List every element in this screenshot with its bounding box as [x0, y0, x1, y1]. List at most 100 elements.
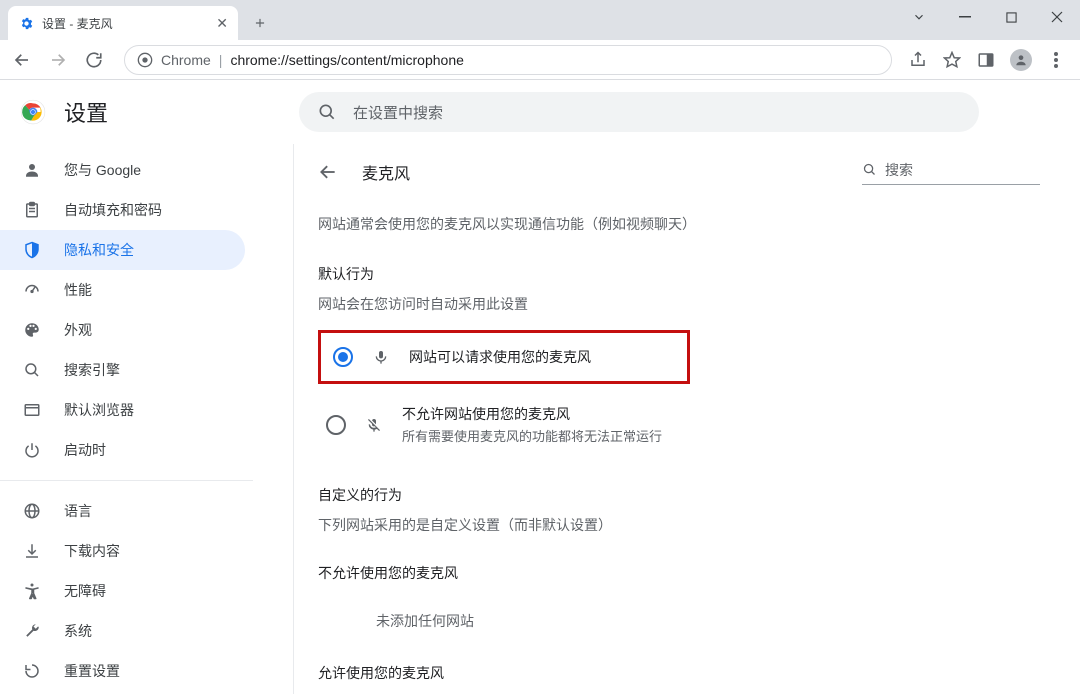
palette-icon: [22, 321, 42, 339]
sidebar-item-reset[interactable]: 重置设置: [0, 651, 245, 691]
side-panel-icon[interactable]: [976, 50, 996, 70]
browser-toolbar: Chrome | chrome://settings/content/micro…: [0, 40, 1080, 80]
sidebar-item-autofill[interactable]: 自动填充和密码: [0, 190, 245, 230]
speedometer-icon: [22, 281, 42, 299]
main-content: 麦克风 搜索 网站通常会使用您的麦克风以实现通信功能（例如视频聊天） 默认行为 …: [293, 144, 1080, 694]
sidebar-item-privacy[interactable]: 隐私和安全: [0, 230, 245, 270]
settings-search-input[interactable]: 在设置中搜索: [299, 92, 979, 132]
clipboard-icon: [22, 201, 42, 219]
gear-icon: [18, 15, 34, 31]
address-separator: |: [219, 52, 223, 68]
accessibility-icon: [22, 582, 42, 600]
allow-section-title: 允许使用您的麦克风: [318, 663, 1040, 683]
settings-app: 设置 您与 Google 自动填充和密码 隐私和安全 性能 外观: [0, 80, 1080, 694]
content-title: 麦克风: [362, 160, 410, 184]
content-back-button[interactable]: [318, 162, 338, 182]
toolbar-actions: [908, 49, 1072, 71]
app-title: 设置: [64, 96, 108, 128]
block-section-title: 不允许使用您的麦克风: [318, 563, 1040, 583]
window-maximize-button[interactable]: [988, 0, 1034, 34]
kebab-menu-icon[interactable]: [1046, 50, 1066, 70]
reload-button[interactable]: [80, 46, 108, 74]
sidebar: 您与 Google 自动填充和密码 隐私和安全 性能 外观 搜索引擎: [0, 144, 293, 691]
default-section-title: 默认行为: [318, 264, 1040, 284]
browser-window-icon: [22, 401, 42, 419]
tab-title: 设置 - 麦克风: [42, 15, 208, 32]
radio-option-allow[interactable]: 网站可以请求使用您的麦克风: [325, 335, 683, 379]
browser-tab[interactable]: 设置 - 麦克风 ✕: [8, 6, 238, 40]
sidebar-label: 隐私和安全: [64, 240, 134, 260]
sidebar-label: 启动时: [64, 440, 106, 460]
left-column: 设置 您与 Google 自动填充和密码 隐私和安全 性能 外观: [0, 80, 293, 694]
sidebar-item-system[interactable]: 系统: [0, 611, 245, 651]
window-close-button[interactable]: [1034, 0, 1080, 34]
app-header: 设置: [0, 80, 293, 144]
sidebar-label: 系统: [64, 621, 92, 641]
sidebar-label: 下载内容: [64, 541, 120, 561]
download-icon: [22, 542, 42, 560]
settings-search-placeholder: 在设置中搜索: [353, 102, 443, 123]
radio-label: 不允许网站使用您的麦克风: [402, 404, 662, 424]
address-origin-label: Chrome: [161, 52, 211, 68]
block-list-empty: 未添加任何网站: [318, 593, 1040, 649]
sidebar-label: 性能: [64, 280, 92, 300]
sidebar-label: 无障碍: [64, 581, 106, 601]
wrench-icon: [22, 622, 42, 640]
sidebar-label: 默认浏览器: [64, 400, 134, 420]
sidebar-item-startup[interactable]: 启动时: [0, 430, 245, 470]
address-bar[interactable]: Chrome | chrome://settings/content/micro…: [124, 45, 892, 75]
sidebar-item-appearance[interactable]: 外观: [0, 310, 245, 350]
window-caret-icon[interactable]: [896, 0, 942, 34]
sidebar-label: 自动填充和密码: [64, 200, 162, 220]
back-button[interactable]: [8, 46, 36, 74]
power-icon: [22, 441, 42, 459]
microphone-icon: [371, 349, 391, 365]
sidebar-label: 外观: [64, 320, 92, 340]
search-icon: [22, 361, 42, 379]
window-controls: [896, 0, 1080, 34]
share-icon[interactable]: [908, 50, 928, 70]
profile-avatar[interactable]: [1010, 49, 1032, 71]
sidebar-item-default-browser[interactable]: 默认浏览器: [0, 390, 245, 430]
chrome-logo-icon: [20, 99, 46, 125]
radio-button-checked[interactable]: [333, 347, 353, 367]
radio-option-block[interactable]: 不允许网站使用您的麦克风 所有需要使用麦克风的功能都将无法正常运行: [318, 392, 1040, 457]
sidebar-item-downloads[interactable]: 下载内容: [0, 531, 245, 571]
default-section-subtitle: 网站会在您访问时自动采用此设置: [318, 294, 1040, 314]
bookmark-star-icon[interactable]: [942, 50, 962, 70]
sidebar-item-search-engine[interactable]: 搜索引擎: [0, 350, 245, 390]
person-icon: [22, 161, 42, 179]
search-icon: [317, 102, 337, 122]
sidebar-label: 语言: [64, 501, 92, 521]
sidebar-item-you-and-google[interactable]: 您与 Google: [0, 150, 245, 190]
sidebar-label: 搜索引擎: [64, 360, 120, 380]
sidebar-label: 重置设置: [64, 661, 120, 681]
shield-icon: [22, 241, 42, 259]
content-description: 网站通常会使用您的麦克风以实现通信功能（例如视频聊天）: [318, 214, 1040, 234]
content-header: 麦克风 搜索: [318, 144, 1040, 200]
microphone-off-icon: [364, 417, 384, 433]
sidebar-label: 您与 Google: [64, 160, 141, 180]
sidebar-item-accessibility[interactable]: 无障碍: [0, 571, 245, 611]
new-tab-button[interactable]: [246, 9, 274, 37]
sidebar-item-performance[interactable]: 性能: [0, 270, 245, 310]
content-search-placeholder: 搜索: [885, 160, 913, 180]
window-minimize-button[interactable]: [942, 0, 988, 34]
forward-button: [44, 46, 72, 74]
chrome-lock-icon: [137, 52, 153, 68]
custom-section-title: 自定义的行为: [318, 485, 1040, 505]
search-icon: [862, 162, 877, 177]
custom-section-subtitle: 下列网站采用的是自定义设置（而非默认设置）: [318, 515, 1040, 535]
radio-sublabel: 所有需要使用麦克风的功能都将无法正常运行: [402, 426, 662, 445]
browser-titlebar: 设置 - 麦克风 ✕: [0, 0, 1080, 40]
radio-label: 网站可以请求使用您的麦克风: [409, 347, 591, 367]
content-search-input[interactable]: 搜索: [862, 160, 1040, 185]
highlighted-option: 网站可以请求使用您的麦克风: [318, 330, 690, 384]
sidebar-item-languages[interactable]: 语言: [0, 491, 245, 531]
close-tab-icon[interactable]: ✕: [216, 15, 228, 32]
globe-icon: [22, 502, 42, 520]
radio-button-unchecked[interactable]: [326, 415, 346, 435]
address-url: chrome://settings/content/microphone: [230, 52, 463, 68]
reset-icon: [22, 662, 42, 680]
app-header-search-area: 在设置中搜索: [293, 80, 1080, 144]
